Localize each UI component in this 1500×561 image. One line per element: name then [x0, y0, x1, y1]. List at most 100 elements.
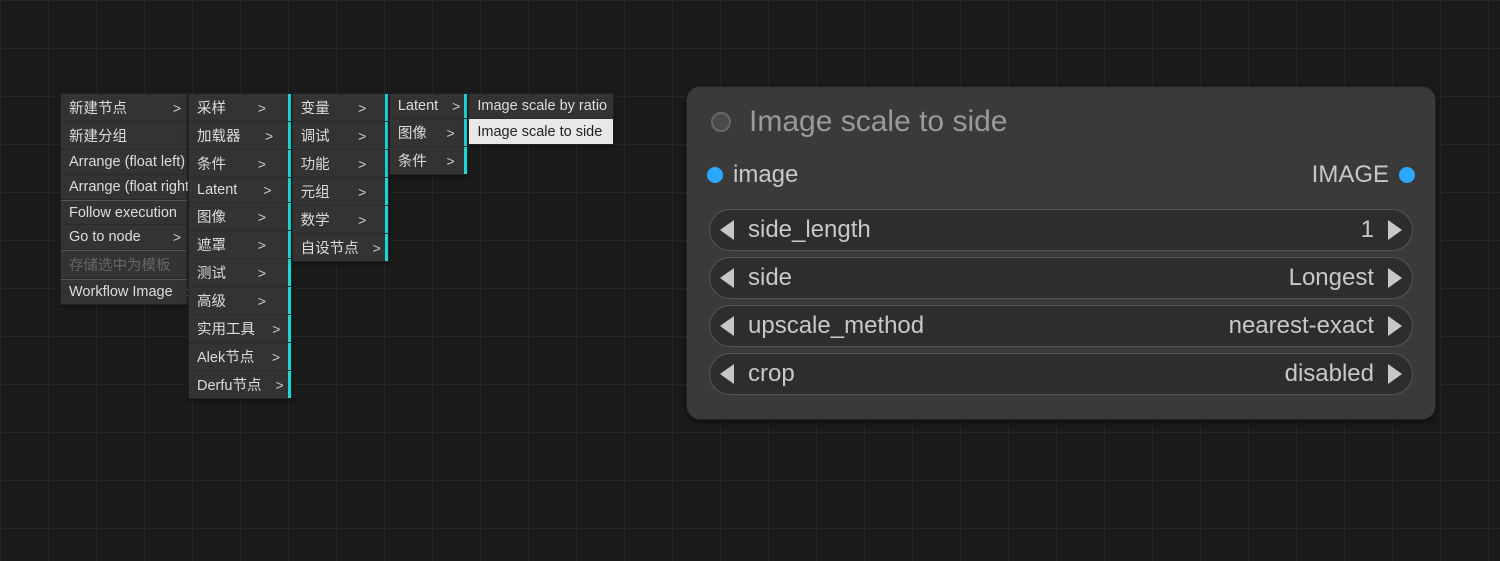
menu-item-label: Go to node	[69, 229, 141, 245]
menu-item[interactable]: 自设节点>	[293, 234, 388, 261]
widget-value[interactable]: nearest-exact	[1229, 312, 1374, 340]
context-menu-4: Latent> 图像 > 条件>	[389, 93, 469, 175]
menu-item-label: 变量	[301, 97, 330, 118]
widget-value[interactable]: disabled	[1285, 360, 1374, 388]
menu-item-label: 新建分组	[69, 125, 127, 146]
menu-item-label: Alek节点	[197, 346, 254, 367]
chevron-right-icon: >	[173, 100, 181, 116]
menu-item[interactable]: Latent>	[189, 178, 291, 203]
menu-item[interactable]: 变量>	[293, 94, 388, 122]
accent-bar	[288, 94, 291, 121]
menu-item[interactable]: 条件>	[390, 147, 468, 174]
menu-item-follow-exec[interactable]: Follow execution	[61, 200, 187, 225]
chevron-right-icon: >	[358, 212, 366, 228]
menu-item[interactable]: 测试>	[189, 259, 291, 287]
chevron-right-icon: >	[275, 377, 283, 393]
menu-item[interactable]: 条件>	[189, 150, 291, 178]
menu-item[interactable]: 实用工具>	[189, 315, 291, 343]
chevron-left-icon[interactable]	[720, 316, 734, 336]
chevron-right-icon[interactable]	[1388, 220, 1402, 240]
menu-item-workflow-image[interactable]: Workflow Image >	[61, 279, 187, 304]
menu-item-arrange-left[interactable]: Arrange (float left)	[61, 150, 187, 175]
menu-item[interactable]: 元组>	[293, 178, 388, 206]
widget-label: crop	[748, 360, 795, 388]
menu-item-scale-side[interactable]: Image scale to side	[469, 119, 613, 144]
menu-item-arrange-right[interactable]: Arrange (float right)	[61, 175, 187, 200]
widget-upscale-method[interactable]: upscale_method nearest-exact	[709, 305, 1413, 347]
chevron-right-icon: >	[272, 321, 280, 337]
accent-bar	[385, 150, 388, 177]
accent-bar	[288, 150, 291, 177]
chevron-right-icon: >	[358, 156, 366, 172]
menu-item[interactable]: 加载器>	[189, 122, 291, 150]
context-menu-3: 变量> 调试> 功能> 元组> 数学> 自设节点>	[292, 93, 389, 262]
menu-item-label: 存储选中为模板	[69, 254, 171, 275]
accent-bar	[464, 119, 467, 146]
menu-item-label: 条件	[398, 150, 427, 171]
accent-bar	[288, 371, 291, 398]
chevron-right-icon: >	[258, 156, 266, 172]
menu-item-save-template: 存储选中为模板	[61, 250, 187, 279]
chevron-right-icon[interactable]	[1388, 268, 1402, 288]
widget-value[interactable]: 1	[1361, 216, 1374, 244]
input-label: image	[733, 161, 798, 189]
accent-bar	[385, 122, 388, 149]
menu-item-label: Follow execution	[69, 205, 177, 221]
chevron-right-icon: >	[358, 184, 366, 200]
widget-crop[interactable]: crop disabled	[709, 353, 1413, 395]
context-menu-2: 采样> 加载器> 条件> Latent> 图像> 遮罩> 测试> 高级> 实用工…	[188, 93, 292, 399]
chevron-right-icon: >	[447, 125, 455, 141]
menu-item[interactable]: 数学>	[293, 206, 388, 234]
chevron-left-icon[interactable]	[720, 364, 734, 384]
accent-bar	[385, 178, 388, 205]
menu-item[interactable]: 调试>	[293, 122, 388, 150]
widget-side-length[interactable]: side_length 1	[709, 209, 1413, 251]
menu-item[interactable]: 图像>	[189, 203, 291, 231]
node-image-scale-to-side[interactable]: Image scale to side image IMAGE side_len…	[686, 86, 1436, 420]
accent-bar	[288, 231, 291, 258]
accent-bar	[288, 178, 291, 202]
widget-value[interactable]: Longest	[1289, 264, 1374, 292]
menu-item-label: 图像	[398, 122, 427, 143]
node-header[interactable]: Image scale to side	[687, 87, 1435, 155]
chevron-left-icon[interactable]	[720, 220, 734, 240]
widget-side[interactable]: side Longest	[709, 257, 1413, 299]
chevron-right-icon[interactable]	[1388, 364, 1402, 384]
menu-item-go-to-node[interactable]: Go to node >	[61, 225, 187, 250]
context-menu-1: 新建节点 > 新建分组 Arrange (float left) Arrange…	[60, 93, 188, 305]
menu-item[interactable]: 功能 >	[293, 150, 388, 178]
menu-item-label: 功能	[301, 153, 330, 174]
chevron-right-icon[interactable]	[1388, 316, 1402, 336]
menu-item[interactable]: 采样>	[189, 94, 291, 122]
chevron-left-icon[interactable]	[720, 268, 734, 288]
menu-item-label: 高级	[197, 290, 226, 311]
menu-item-new-group[interactable]: 新建分组	[61, 122, 187, 150]
node-input[interactable]: image	[707, 161, 798, 189]
chevron-right-icon: >	[263, 182, 271, 198]
menu-item[interactable]: 图像 >	[390, 119, 468, 147]
node-io-row: image IMAGE	[687, 155, 1435, 203]
node-output[interactable]: IMAGE	[1312, 161, 1415, 189]
input-socket-icon[interactable]	[707, 167, 723, 183]
menu-item[interactable]: Alek节点>	[189, 343, 291, 371]
menu-item-label: 采样	[197, 97, 226, 118]
menu-item-scale-ratio[interactable]: Image scale by ratio	[469, 94, 613, 119]
menu-item[interactable]: Derfu节点 >	[189, 371, 291, 398]
accent-bar	[385, 234, 388, 261]
collapse-toggle-icon[interactable]	[711, 112, 731, 132]
menu-item-label: Derfu节点	[197, 374, 261, 395]
accent-bar	[464, 94, 467, 118]
chevron-right-icon: >	[373, 240, 381, 256]
menu-item[interactable]: 高级 >	[189, 287, 291, 315]
chevron-right-icon: >	[258, 293, 266, 309]
menu-item[interactable]: Latent>	[390, 94, 468, 119]
chevron-right-icon: >	[265, 128, 273, 144]
output-socket-icon[interactable]	[1399, 167, 1415, 183]
accent-bar	[385, 94, 388, 121]
menu-item[interactable]: 遮罩>	[189, 231, 291, 259]
menu-item-new-node[interactable]: 新建节点 >	[61, 94, 187, 122]
menu-item-label: 测试	[197, 262, 226, 283]
menu-item-label: Workflow Image	[69, 284, 173, 300]
accent-bar	[464, 147, 467, 174]
accent-bar	[288, 259, 291, 286]
